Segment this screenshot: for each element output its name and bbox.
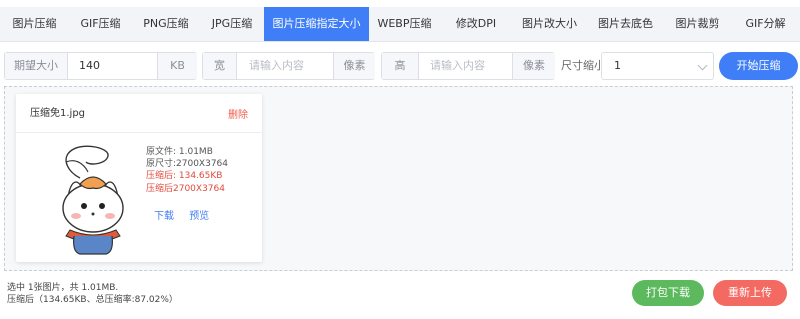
compression-summary: 选中 1张图片，共 1.01MB. 压缩后（134.65KB、总压缩率:87.0… (7, 282, 178, 306)
original-dimensions: 原尺寸:2700X3764 (146, 159, 229, 170)
tab-remove-background[interactable]: 图片去底色 (587, 7, 664, 41)
target-size-label: 期望大小 (5, 53, 68, 79)
scale-select-value: 1 (614, 59, 621, 72)
tab-crop-image[interactable]: 图片裁剪 (664, 7, 731, 41)
scale-select[interactable]: 1 (601, 52, 714, 80)
tab-modify-dpi[interactable]: 修改DPI (440, 7, 512, 41)
tool-tabs: 图片压缩 GIF压缩 PNG压缩 JPG压缩 图片压缩指定大小 WEBP压缩 修… (0, 7, 800, 42)
tab-png-compress[interactable]: PNG压缩 (132, 7, 200, 41)
scale-label: 尺寸缩小 (561, 59, 605, 72)
width-input[interactable]: 请输入内容 (249, 53, 304, 79)
height-unit: 像素 (512, 53, 555, 79)
width-label: 宽 (203, 53, 237, 79)
file-actions: 下载 预览 (154, 207, 221, 222)
target-size-group: 期望大小 140 KB (4, 52, 197, 80)
target-size-unit: KB (157, 53, 197, 79)
file-name: 压缩免1.jpg (30, 108, 86, 119)
compressed-file-size: 压缩后: 134.65KB (146, 171, 223, 182)
pack-download-button[interactable]: 打包下载 (632, 280, 704, 306)
tab-resize-image[interactable]: 图片改大小 (512, 7, 587, 41)
reupload-button[interactable]: 重新上传 (713, 280, 787, 306)
file-info: 原文件: 1.01MB 原尺寸:2700X3764 压缩后: 134.65KB … (146, 146, 228, 195)
preview-link[interactable]: 预览 (189, 211, 209, 222)
delete-button[interactable]: 删除 (228, 106, 248, 121)
height-group: 高 请输入内容 像素 (381, 52, 555, 80)
image-thumbnail[interactable] (50, 144, 136, 256)
download-link[interactable]: 下载 (154, 211, 174, 222)
start-compress-button[interactable]: 开始压缩 (719, 52, 798, 80)
file-card: 压缩免1.jpg 删除 原文件: 1.01MB 原尺寸:2700X3764 压缩… (16, 94, 262, 262)
summary-result: 压缩后（134.65KB、总压缩率:87.02%） (7, 295, 178, 305)
file-card-header: 压缩免1.jpg 删除 (16, 94, 262, 133)
chevron-down-icon (697, 60, 708, 71)
compressed-dimensions: 压缩后2700X3764 (146, 183, 225, 194)
original-file-size: 原文件: 1.01MB (146, 147, 213, 157)
summary-selected: 选中 1张图片，共 1.01MB. (7, 283, 119, 293)
height-input[interactable]: 请输入内容 (430, 53, 485, 79)
tab-jpg-compress[interactable]: JPG压缩 (200, 7, 264, 41)
width-group: 宽 请输入内容 像素 (202, 52, 375, 80)
tab-compress-to-size[interactable]: 图片压缩指定大小 (264, 7, 369, 41)
target-size-input[interactable]: 140 (79, 53, 100, 79)
width-unit: 像素 (333, 53, 375, 79)
tab-gif-split[interactable]: GIF分解 (731, 7, 800, 41)
height-label: 高 (382, 53, 419, 79)
tab-gif-compress[interactable]: GIF压缩 (69, 7, 132, 41)
tab-webp-compress[interactable]: WEBP压缩 (369, 7, 440, 41)
tab-image-compress[interactable]: 图片压缩 (0, 7, 69, 41)
